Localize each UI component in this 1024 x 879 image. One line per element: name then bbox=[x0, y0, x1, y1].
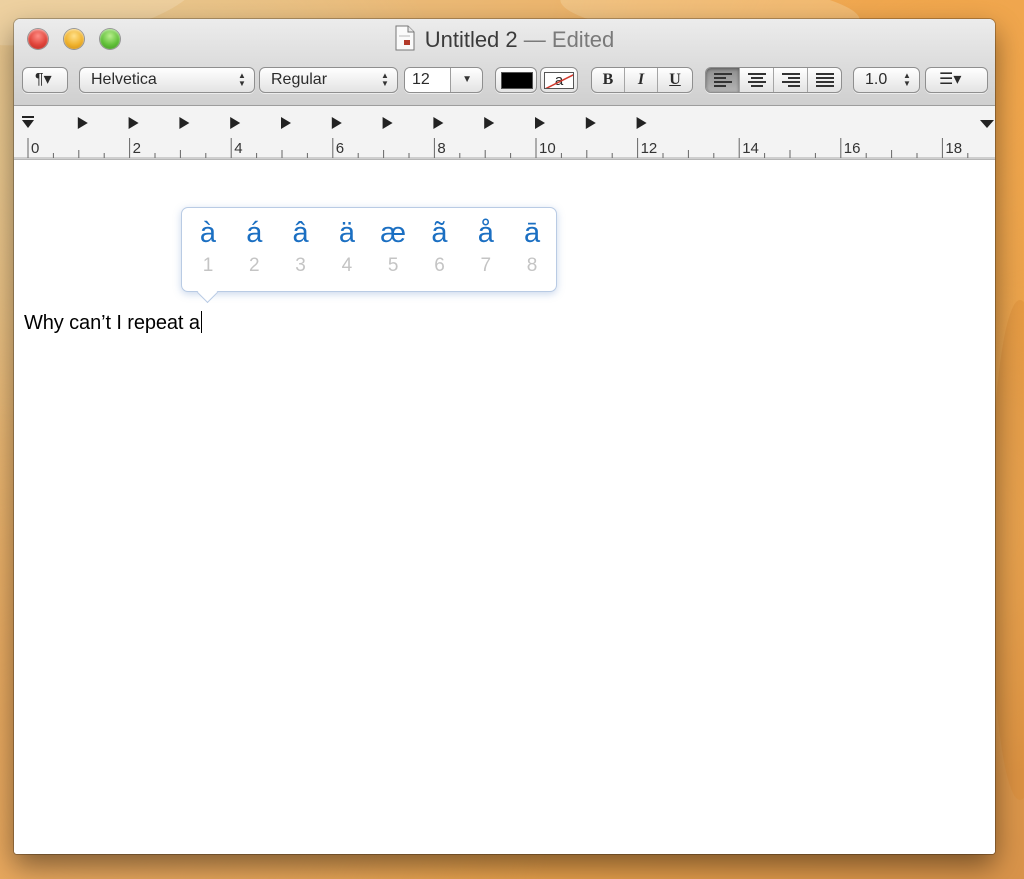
italic-button[interactable]: I bbox=[625, 68, 658, 92]
tab-stop-marker[interactable] bbox=[331, 117, 342, 129]
document-icon bbox=[395, 25, 415, 51]
accent-option-char: â bbox=[292, 217, 309, 249]
ruler-label: 18 bbox=[945, 140, 962, 157]
accent-option-char: å bbox=[477, 217, 494, 249]
tab-stop-marker[interactable] bbox=[77, 117, 88, 129]
accent-option[interactable]: â3 bbox=[278, 208, 324, 277]
highlight-color-well[interactable]: a bbox=[540, 67, 578, 93]
accent-option[interactable]: ã6 bbox=[417, 208, 463, 277]
tab-stop-marker[interactable] bbox=[484, 117, 495, 129]
ruler-label: 0 bbox=[31, 140, 39, 157]
font-size-combo[interactable]: 12 ▼ bbox=[404, 67, 483, 93]
tab-stop-marker[interactable] bbox=[433, 117, 444, 129]
tab-stop-marker[interactable] bbox=[585, 117, 596, 129]
ruler-label: 8 bbox=[437, 140, 445, 157]
accent-option[interactable]: ä4 bbox=[324, 208, 370, 277]
accent-option-key: 7 bbox=[480, 255, 492, 276]
align-right-button[interactable] bbox=[774, 68, 808, 92]
highlight-color-swatch: a bbox=[544, 72, 574, 89]
accent-option-char: á bbox=[246, 217, 263, 249]
paragraph-styles-label: ¶▾ bbox=[35, 71, 52, 88]
ruler-label: 6 bbox=[336, 140, 344, 157]
accent-option-key: 4 bbox=[341, 255, 353, 276]
chevron-updown-icon: ▲ ▼ bbox=[903, 71, 911, 88]
font-family-value: Helvetica bbox=[91, 71, 157, 88]
indent-marker[interactable] bbox=[22, 116, 34, 128]
tab-stop-marker[interactable] bbox=[128, 117, 139, 129]
paragraph-styles-button[interactable]: ¶▾ bbox=[22, 67, 68, 93]
font-size-field[interactable]: 12 bbox=[405, 68, 451, 92]
accent-option-key: 6 bbox=[434, 255, 445, 276]
no-color-slash-icon bbox=[545, 74, 573, 88]
accent-option-key: 5 bbox=[387, 255, 399, 276]
tab-stop-marker[interactable] bbox=[179, 117, 190, 129]
list-bullets-popup[interactable]: ☰▾ bbox=[925, 67, 988, 93]
ruler[interactable]: 0 2 4 6 8 10 12 14 16 18 bbox=[14, 106, 995, 160]
accent-option-char: æ bbox=[380, 217, 407, 249]
format-toolbar: ¶▾ Helvetica ▲ ▼ Regular ▲ ▼ 12 ▼ a B I … bbox=[14, 67, 995, 97]
list-bullets-label: ☰▾ bbox=[939, 71, 962, 88]
accent-option-char: à bbox=[199, 217, 217, 249]
wallpaper-shape bbox=[990, 300, 1024, 800]
text-caret bbox=[200, 311, 202, 333]
align-center-button[interactable] bbox=[740, 68, 774, 92]
underline-button[interactable]: U bbox=[658, 68, 692, 92]
ruler-label: 14 bbox=[742, 140, 759, 157]
chevron-updown-icon: ▲ ▼ bbox=[238, 71, 246, 88]
window-title-text: Untitled 2 bbox=[424, 27, 518, 52]
document-text-content: Why can’t I repeat a bbox=[24, 312, 200, 334]
chevron-updown-icon: ▲ ▼ bbox=[381, 71, 389, 88]
accent-option[interactable]: à1 bbox=[185, 208, 231, 277]
ruler-label: 10 bbox=[539, 140, 556, 157]
ruler-label: 4 bbox=[234, 140, 242, 157]
text-color-well[interactable] bbox=[495, 67, 537, 93]
title-bar: Untitled 2 — Edited ¶▾ Helvetica ▲ ▼ Regu… bbox=[14, 19, 995, 106]
accent-option[interactable]: å7 bbox=[463, 208, 509, 277]
align-center-icon bbox=[747, 71, 766, 89]
accent-option-key: 1 bbox=[202, 255, 214, 276]
accent-option-char: ä bbox=[338, 217, 355, 249]
accent-picker-popover: à1á2â3ä4æ5ã6å7ā8 bbox=[181, 207, 557, 304]
text-color-swatch bbox=[501, 72, 533, 89]
ruler-label: 2 bbox=[133, 140, 141, 157]
font-style-popup[interactable]: Regular ▲ ▼ bbox=[259, 67, 398, 93]
align-left-icon bbox=[713, 71, 732, 89]
font-style-value: Regular bbox=[271, 71, 328, 88]
tab-stop-marker[interactable] bbox=[382, 117, 393, 129]
font-family-popup[interactable]: Helvetica ▲ ▼ bbox=[79, 67, 255, 93]
accent-option[interactable]: ā8 bbox=[509, 208, 555, 277]
tab-stop-marker[interactable] bbox=[281, 117, 291, 129]
edited-status: — Edited bbox=[523, 27, 615, 52]
window-title: Untitled 2 — Edited bbox=[14, 25, 995, 54]
right-margin-marker[interactable] bbox=[980, 120, 994, 128]
accent-option-char: ã bbox=[431, 217, 448, 249]
line-spacing-popup[interactable]: 1.0 ▲ ▼ bbox=[853, 67, 920, 93]
ruler-label: 16 bbox=[844, 140, 861, 157]
tab-stop-marker[interactable] bbox=[230, 117, 241, 129]
bold-button[interactable]: B bbox=[592, 68, 625, 92]
accent-option-key: 3 bbox=[295, 255, 306, 276]
ruler-graphic: 0 2 4 6 8 10 12 14 16 18 bbox=[14, 116, 995, 159]
align-right-icon bbox=[781, 71, 800, 89]
text-style-segmented: B I U bbox=[591, 67, 693, 93]
ruler-label: 12 bbox=[641, 140, 658, 157]
tab-stop-marker[interactable] bbox=[535, 117, 545, 129]
accent-option-key: 2 bbox=[249, 255, 260, 276]
accent-option[interactable]: æ5 bbox=[370, 208, 416, 277]
accent-option[interactable]: á2 bbox=[231, 208, 277, 277]
accent-option-char: ā bbox=[524, 217, 541, 249]
textedit-window: Untitled 2 — Edited ¶▾ Helvetica ▲ ▼ Regu… bbox=[14, 19, 995, 854]
align-justify-icon bbox=[815, 71, 834, 89]
tab-stop-marker[interactable] bbox=[636, 117, 647, 129]
line-spacing-value: 1.0 bbox=[865, 71, 888, 88]
align-left-button[interactable] bbox=[706, 68, 740, 92]
alignment-segmented bbox=[705, 67, 842, 93]
chevron-down-icon[interactable]: ▼ bbox=[462, 68, 472, 92]
accent-option-key: 8 bbox=[526, 255, 538, 276]
align-justify-button[interactable] bbox=[808, 68, 841, 92]
document-text[interactable]: Why can’t I repeat a bbox=[24, 311, 202, 335]
